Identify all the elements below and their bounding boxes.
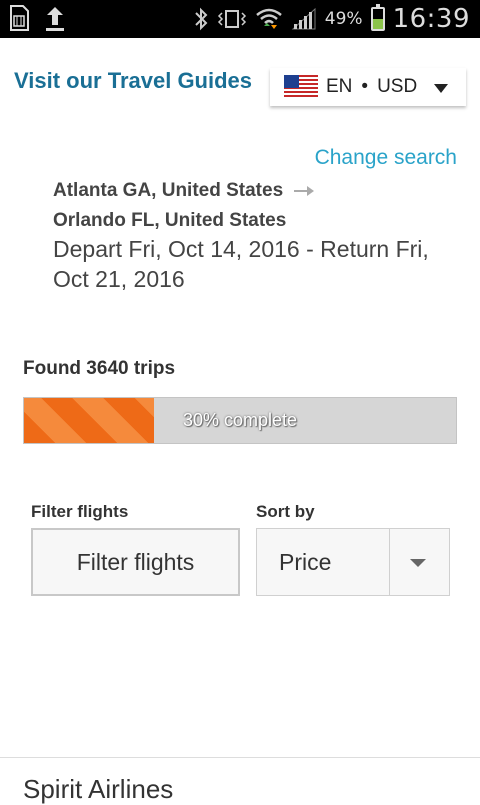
origin-text: Atlanta GA, United States	[53, 180, 284, 201]
sort-by-label: Sort by	[256, 502, 315, 521]
upload-icon	[46, 7, 64, 31]
battery-percent: 49%	[324, 9, 363, 29]
filter-flights-button[interactable]: Filter flights	[31, 528, 240, 596]
signal-icon	[291, 7, 316, 30]
sort-selected-value: Price	[279, 549, 332, 575]
sort-by-select[interactable]: Price	[256, 528, 450, 596]
currency-code: USD	[377, 76, 418, 97]
travel-guides-link[interactable]: Visit our Travel Guides	[14, 68, 252, 94]
select-divider	[389, 529, 390, 595]
battery-level	[372, 19, 383, 29]
clock: 16:39	[392, 4, 470, 34]
chevron-down-icon	[410, 559, 426, 567]
route-summary: Atlanta GA, United States Orlando FL, Un…	[53, 176, 315, 236]
vibrate-icon	[217, 10, 246, 28]
status-bar: 49% 16:39	[0, 0, 480, 38]
chevron-down-icon	[434, 84, 448, 93]
language-separator: •	[361, 76, 369, 97]
language-code: EN	[326, 76, 353, 97]
arrow-right-icon	[294, 186, 315, 196]
language-currency-selector[interactable]: EN • USD	[270, 68, 466, 106]
travel-dates: Depart Fri, Oct 14, 2016 - Return Fri, O…	[53, 236, 429, 292]
search-progress-bar: 30% complete	[23, 397, 457, 444]
destination-text: Orlando FL, United States	[53, 210, 287, 231]
battery-icon	[370, 4, 385, 31]
change-search-link[interactable]: Change search	[315, 146, 457, 170]
wifi-icon	[255, 8, 282, 29]
progress-label: 30% complete	[182, 410, 298, 430]
filter-flights-label: Filter flights	[31, 502, 129, 521]
airline-name: Spirit Airlines	[23, 774, 174, 804]
sim-icon	[10, 5, 29, 31]
bluetooth-icon	[195, 7, 208, 31]
result-card[interactable]: Spirit Airlines	[0, 758, 480, 804]
us-flag-icon	[284, 75, 318, 99]
trips-found-count: Found 3640 trips	[23, 358, 176, 379]
